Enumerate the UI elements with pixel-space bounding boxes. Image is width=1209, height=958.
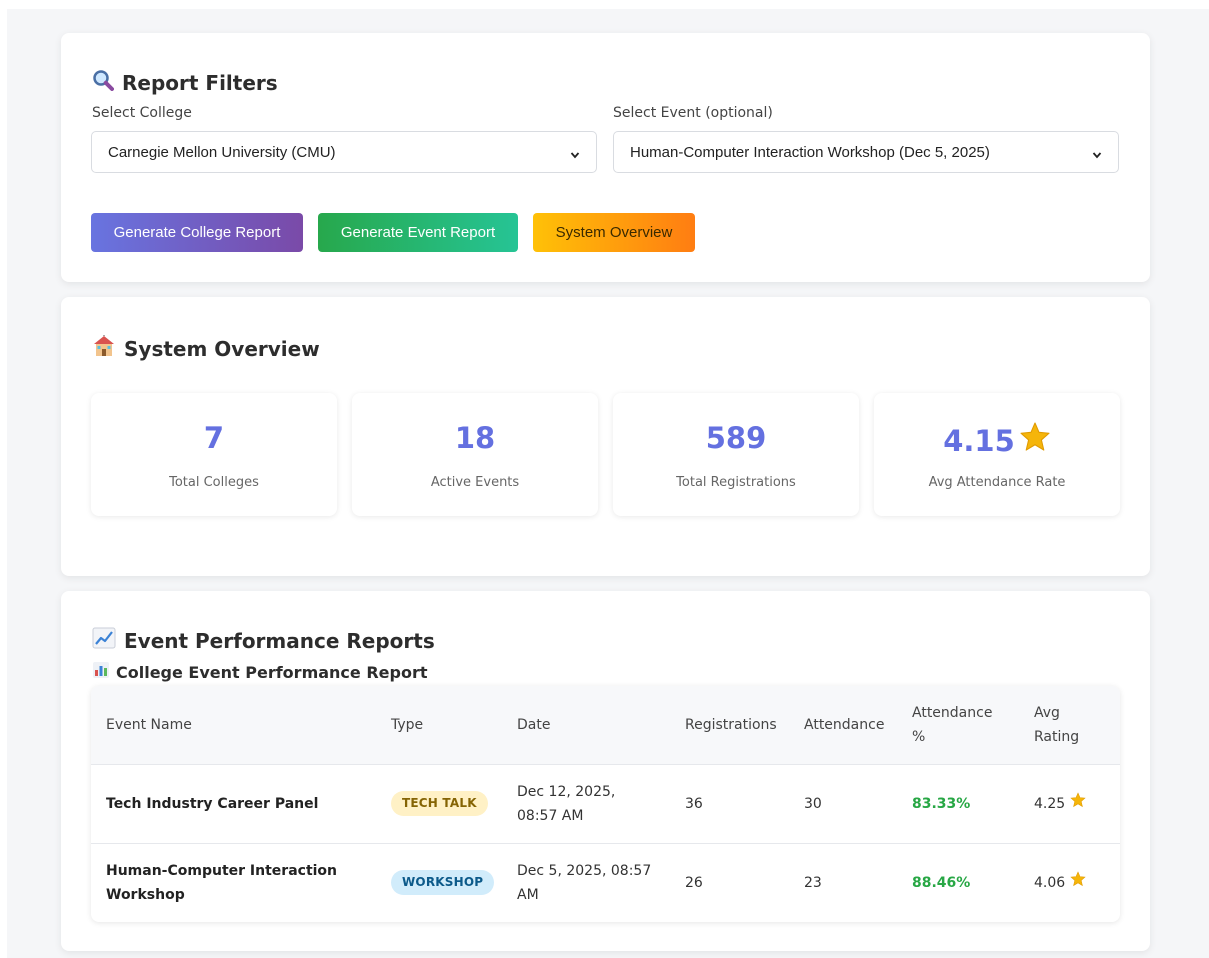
school-building-icon [92, 332, 116, 362]
stat-value-text: 7 [203, 421, 225, 455]
stat-label: Avg Attendance Rate [928, 475, 1066, 490]
event-type-cell: TECH TALK [376, 764, 502, 843]
generate-college-report-button[interactable]: Generate College Report [91, 213, 303, 252]
column-header-attendance-pct: Attendance % [912, 704, 993, 745]
stat-label: Total Colleges [169, 475, 259, 490]
stat-label: Active Events [430, 475, 520, 490]
report-filters-title: Report Filters [92, 69, 278, 96]
attendance-cell: 23 [804, 874, 822, 891]
event-date-cell: Dec 12, 2025, 08:57 AM [517, 783, 616, 824]
event-select-label: Select Event (optional) [613, 105, 773, 121]
system-overview-title-text: System Overview [124, 336, 320, 361]
star-icon [1019, 421, 1051, 460]
college-select-value: Carnegie Mellon University (CMU) [108, 143, 336, 161]
avg-rating-cell: 4.25 [1019, 764, 1120, 843]
event-select[interactable]: Human-Computer Interaction Workshop (Dec… [613, 131, 1119, 173]
event-name-cell: Human-Computer Interaction Workshop [106, 862, 338, 903]
table-row: Tech Industry Career Panel TECH TALK Dec… [91, 764, 1120, 843]
rating-value: 4.25 [1034, 795, 1066, 812]
table-row: Human-Computer Interaction Workshop WORK… [91, 843, 1120, 922]
type-badge: WORKSHOP [391, 870, 495, 896]
system-overview-button[interactable]: System Overview [533, 213, 695, 252]
event-type-cell: WORKSHOP [376, 843, 502, 922]
stat-card-avg-attendance-rate: 4.15 Avg Attendance Rate [874, 393, 1120, 516]
stat-value: 589 [613, 421, 859, 455]
chevron-down-icon [570, 147, 580, 159]
event-select-value: Human-Computer Interaction Workshop (Dec… [630, 143, 990, 161]
chart-increasing-icon [92, 627, 116, 654]
event-date-cell: Dec 5, 2025, 08:57 AM [517, 862, 652, 903]
system-overview-title: System Overview [92, 332, 320, 362]
event-performance-reports-title: Event Performance Reports [92, 627, 435, 654]
college-select-label: Select College [92, 105, 192, 121]
registrations-cell: 26 [685, 874, 703, 891]
stat-label: Total Registrations [676, 475, 796, 490]
magnifier-icon [92, 69, 114, 96]
type-badge: TECH TALK [391, 791, 488, 816]
college-event-report-subtitle: College Event Performance Report [92, 661, 427, 683]
report-filters-card: Report Filters Select College Carnegie M… [61, 33, 1150, 282]
stat-card-total-colleges: 7 Total Colleges [91, 393, 337, 516]
rating-value: 4.06 [1034, 874, 1066, 891]
stat-value: 7 [91, 421, 337, 455]
stat-value-text: 4.15 [943, 423, 1015, 458]
stat-value: 4.15 [874, 421, 1120, 460]
generate-event-report-button[interactable]: Generate Event Report [318, 213, 518, 252]
college-select[interactable]: Carnegie Mellon University (CMU) [91, 131, 597, 173]
attendance-pct-cell: 88.46% [912, 874, 971, 891]
dashboard-page: Report Filters Select College Carnegie M… [7, 9, 1209, 958]
event-name-cell: Tech Industry Career Panel [106, 795, 319, 812]
attendance-pct-cell: 83.33% [912, 795, 971, 812]
star-icon [1070, 871, 1086, 895]
stat-card-total-registrations: 589 Total Registrations [613, 393, 859, 516]
stat-card-active-events: 18 Active Events [352, 393, 598, 516]
column-header-date: Date [517, 716, 551, 733]
stat-value-text: 589 [705, 421, 767, 455]
registrations-cell: 36 [685, 795, 703, 812]
system-overview-card: System Overview 7 Total Colleges 18 Acti… [61, 297, 1150, 576]
column-header-type: Type [391, 716, 424, 733]
college-event-report-subtitle-text: College Event Performance Report [116, 662, 428, 682]
event-performance-table: Event Name Type Date Registrations Atten… [91, 686, 1120, 922]
report-filters-title-text: Report Filters [122, 70, 278, 95]
event-performance-reports-card: Event Performance Reports College Event … [61, 591, 1150, 951]
event-performance-reports-title-text: Event Performance Reports [124, 628, 435, 653]
column-header-event-name: Event Name [106, 716, 192, 733]
stat-value-text: 18 [454, 421, 496, 455]
chevron-down-icon [1092, 147, 1102, 159]
table-header-row: Event Name Type Date Registrations Atten… [91, 686, 1120, 764]
column-header-avg-rating: Avg Rating [1034, 704, 1080, 745]
avg-rating-cell: 4.06 [1019, 843, 1120, 922]
column-header-registrations: Registrations [685, 716, 777, 733]
star-icon [1070, 791, 1086, 816]
stat-value: 18 [352, 421, 598, 455]
column-header-attendance: Attendance [804, 716, 885, 733]
attendance-cell: 30 [804, 795, 822, 812]
bar-chart-icon [92, 661, 110, 683]
